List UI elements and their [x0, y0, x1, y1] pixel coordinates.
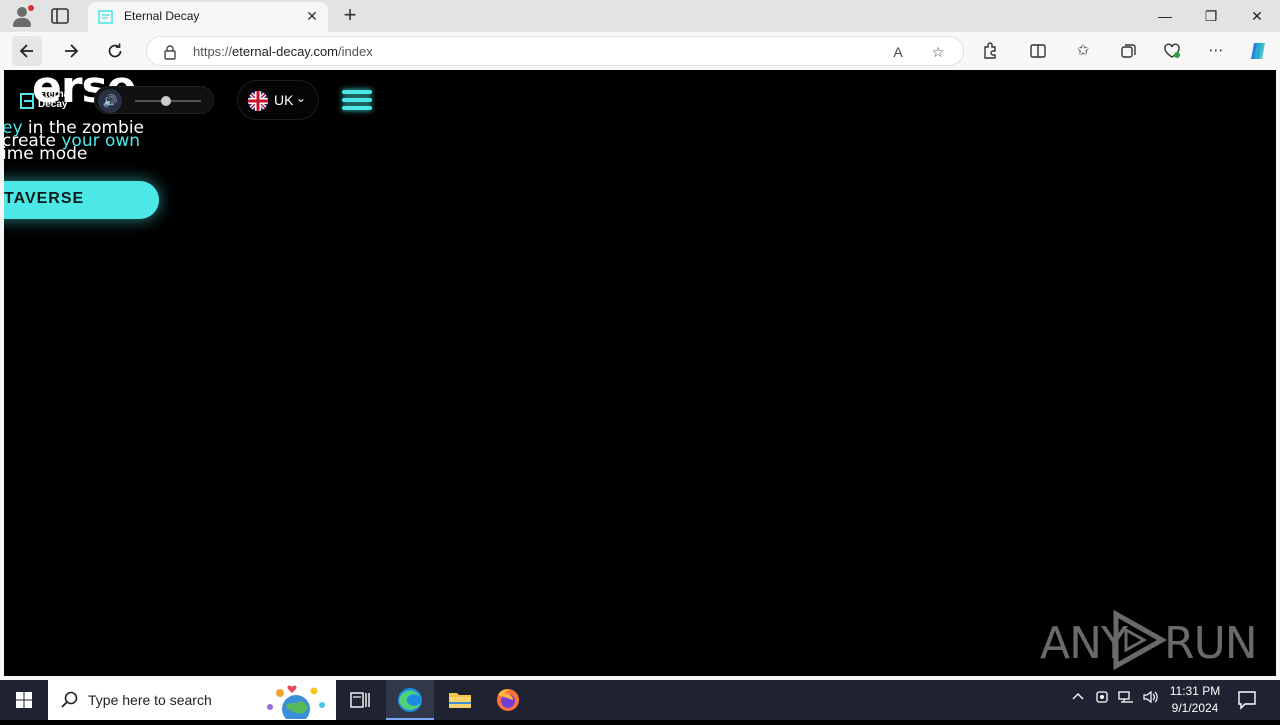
lock-icon[interactable]: [163, 44, 177, 60]
play-logo-icon: [1113, 610, 1168, 670]
logo-mark-icon: [20, 93, 34, 109]
search-icon: [60, 690, 80, 710]
hamburger-menu-icon[interactable]: [342, 90, 372, 110]
search-placeholder: Type here to search: [88, 692, 212, 708]
notification-center-icon[interactable]: [1236, 690, 1258, 710]
browser-essentials-icon[interactable]: [1162, 41, 1182, 61]
edge-browser-taskbar-icon[interactable]: [386, 680, 434, 720]
refresh-button[interactable]: [100, 36, 130, 66]
address-bar[interactable]: https://eternal-decay.com/index A ☆: [146, 36, 964, 66]
firefox-icon[interactable]: [484, 680, 532, 720]
settings-more-icon[interactable]: ⋯: [1206, 41, 1226, 61]
language-selector[interactable]: UK ⌄: [237, 80, 319, 120]
restore-button[interactable]: ❐: [1188, 0, 1234, 32]
minimize-button[interactable]: —: [1142, 0, 1188, 32]
favorites-icon[interactable]: ✩: [1073, 41, 1093, 61]
task-view-icon[interactable]: [336, 680, 384, 720]
taskbar-search-box[interactable]: Type here to search: [48, 680, 336, 723]
volume-icon[interactable]: [1140, 690, 1160, 710]
meet-now-icon[interactable]: [1092, 690, 1112, 710]
clock-date: 9/1/2024: [1171, 701, 1219, 715]
favorite-star-icon[interactable]: ☆: [929, 43, 947, 61]
tab-strip: Eternal Decay ✕ + — ❐ ✕: [0, 0, 1280, 32]
url-text[interactable]: https://eternal-decay.com/index: [193, 44, 373, 59]
file-explorer-icon[interactable]: [436, 680, 484, 720]
chevron-down-icon: ⌄: [296, 91, 307, 105]
speaker-icon[interactable]: 🔊: [98, 89, 122, 113]
tray-overflow-chevron-icon[interactable]: [1068, 690, 1088, 710]
network-icon[interactable]: [1116, 690, 1136, 710]
extensions-icon[interactable]: [980, 41, 1000, 61]
sound-control: 🔊: [94, 86, 214, 114]
tab-eternal-decay[interactable]: Eternal Decay ✕: [88, 2, 328, 32]
page-viewport: erse Eternal Decay 🔊 UK ⌄ ey in the zomb…: [4, 70, 1276, 676]
tab-close-icon[interactable]: ✕: [304, 8, 320, 24]
site-logo[interactable]: Eternal Decay: [20, 90, 80, 114]
volume-slider-handle[interactable]: [161, 96, 171, 106]
windows-taskbar: Type here to search 11:31 PM 9/1/2024: [0, 680, 1280, 723]
tab-title: Eternal Decay: [124, 9, 200, 23]
read-aloud-icon[interactable]: A: [889, 43, 907, 61]
clock-time: 11:31 PM: [1169, 684, 1221, 698]
tab-actions-icon[interactable]: [50, 7, 70, 25]
anyrun-watermark: ANY RUN: [1040, 610, 1258, 670]
search-highlight-globe-icon[interactable]: [260, 683, 330, 723]
hero-description: ey in the zombie create your own ime mod…: [4, 118, 144, 164]
close-window-button[interactable]: ✕: [1234, 0, 1280, 32]
profile-avatar-icon[interactable]: [10, 4, 34, 28]
browser-window: Eternal Decay ✕ + — ❐ ✕ https://eternal-…: [0, 0, 1280, 680]
browser-toolbar: https://eternal-decay.com/index A ☆ ✩ ⋯: [0, 32, 1280, 70]
new-tab-button[interactable]: +: [338, 4, 362, 28]
system-clock[interactable]: 11:31 PM 9/1/2024: [1160, 683, 1230, 717]
split-screen-icon[interactable]: [1028, 41, 1048, 61]
windows-start-icon[interactable]: [0, 680, 48, 720]
site-favicon-icon: [98, 9, 114, 25]
copilot-icon[interactable]: [1248, 41, 1268, 61]
forward-button[interactable]: [56, 36, 86, 66]
language-code: UK: [274, 92, 294, 108]
cta-label: TAVERSE: [4, 190, 85, 207]
logo-text: Eternal Decay: [38, 89, 72, 110]
back-button[interactable]: [12, 36, 42, 66]
collections-icon[interactable]: [1118, 41, 1138, 61]
uk-flag-icon: [248, 91, 268, 111]
enter-metaverse-button[interactable]: TAVERSE: [4, 181, 159, 219]
